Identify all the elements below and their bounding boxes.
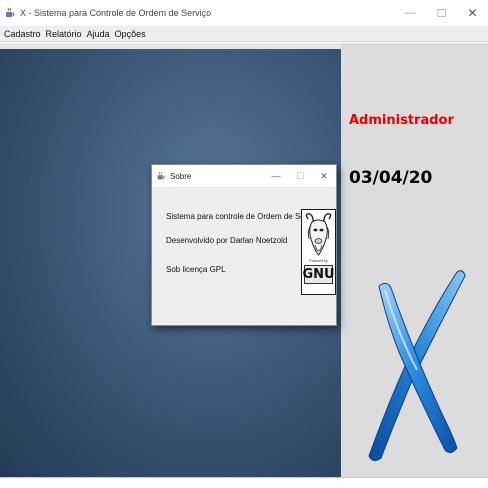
about-author: Desenvolvido por Darlan Noetzold xyxy=(166,236,288,245)
dialog-minimize-button[interactable]: — xyxy=(264,165,288,187)
x-logo-icon xyxy=(368,270,466,462)
minimize-button[interactable]: — xyxy=(395,0,426,26)
menu-opcoes[interactable]: Opções xyxy=(115,29,146,39)
dialog-titlebar[interactable]: Sobre — ☐ ✕ xyxy=(152,165,336,187)
dialog-maximize-button[interactable]: ☐ xyxy=(288,165,312,187)
menu-bar: Cadastro Relatório Ajuda Opções xyxy=(0,26,488,42)
window-titlebar[interactable]: X - Sistema para Controle de Ordem de Se… xyxy=(0,0,488,26)
dialog-close-button[interactable]: ✕ xyxy=(312,165,336,187)
maximize-button[interactable]: ☐ xyxy=(426,0,457,26)
about-dialog: Sobre — ☐ ✕ Sistema para controle de Ord… xyxy=(151,164,337,326)
gnu-head-icon xyxy=(305,213,332,256)
dialog-controls: — ☐ ✕ xyxy=(264,165,336,187)
menu-relatorio[interactable]: Relatório xyxy=(46,29,82,39)
menu-ajuda[interactable]: Ajuda xyxy=(87,29,110,39)
window-title: X - Sistema para Controle de Ordem de Se… xyxy=(20,8,212,18)
about-license: Sob licença GPL xyxy=(166,265,226,274)
dialog-title: Sobre xyxy=(170,171,192,181)
java-cup-icon xyxy=(3,6,17,20)
close-button[interactable]: ✕ xyxy=(457,0,488,26)
side-panel: Administrador 03/04/20 xyxy=(341,43,488,477)
user-label: Administrador xyxy=(349,113,454,128)
window-controls: — ☐ ✕ xyxy=(395,0,488,26)
java-cup-icon xyxy=(155,171,166,182)
gnu-label: GNU xyxy=(302,265,335,284)
menu-cadastro[interactable]: Cadastro xyxy=(4,29,41,39)
status-strip xyxy=(0,477,488,488)
gnu-badge: Powered by GNU xyxy=(301,209,336,295)
gnu-powered-label: Powered by xyxy=(309,259,328,263)
date-label: 03/04/20 xyxy=(349,168,433,188)
